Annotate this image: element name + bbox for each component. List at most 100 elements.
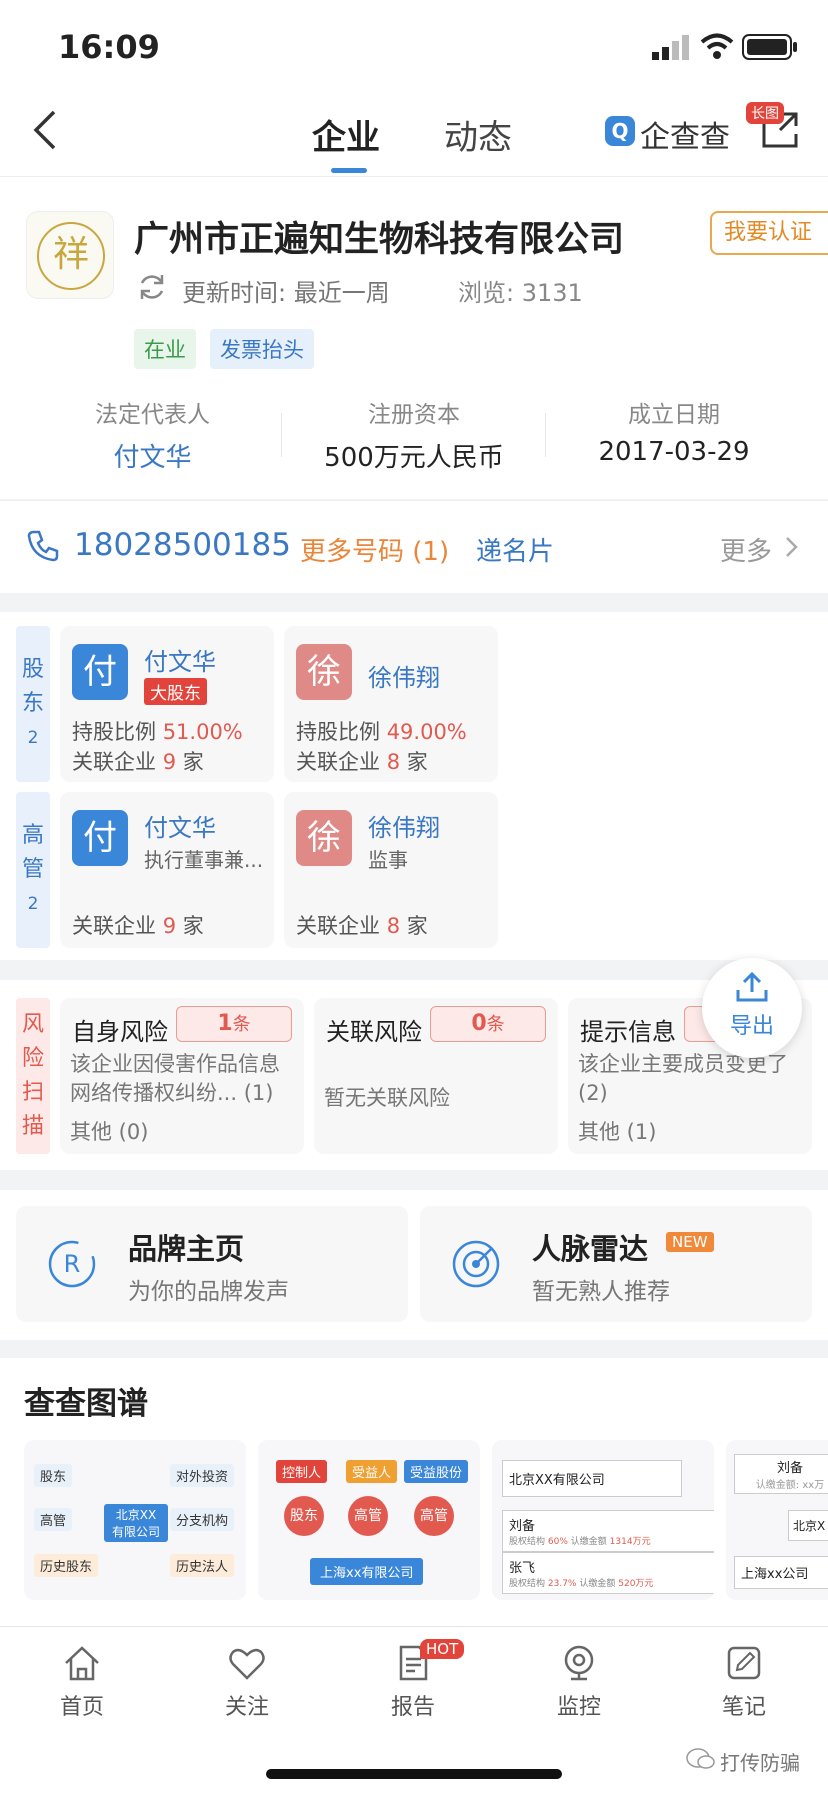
heart-icon xyxy=(187,1643,307,1689)
company-logo-char: 祥 xyxy=(37,222,105,290)
chevron-right-icon xyxy=(784,535,800,563)
side-char: 险 xyxy=(21,1046,44,1071)
risk-desc: 暂无关联风险 xyxy=(324,1086,450,1110)
graph-node: 历史法人 xyxy=(170,1554,235,1577)
shareholder-name: 付文华 xyxy=(144,648,216,676)
graph-node: 对外投资 xyxy=(170,1464,235,1487)
nav-follow[interactable]: 关注 xyxy=(187,1643,307,1721)
graph-node: 上海xx有限公司 xyxy=(310,1558,424,1585)
upload-icon xyxy=(702,970,802,1008)
risk-count-pill: 1条 xyxy=(176,1006,292,1042)
equity-detail: 股权结构 60% 认缴金额 1314万元 xyxy=(509,1534,709,1547)
nav-follow-label: 关注 xyxy=(224,1695,269,1720)
equity-amount: 520万元 xyxy=(618,1579,654,1589)
ratio-row: 持股比例 49.00% xyxy=(296,716,467,746)
hot-badge: HOT xyxy=(420,1639,465,1659)
phone-number[interactable]: 18028500185 xyxy=(74,527,291,563)
nav-monitor[interactable]: 监控 xyxy=(519,1643,639,1721)
monitor-icon xyxy=(519,1643,639,1689)
side-count: 2 xyxy=(27,728,39,748)
shareholder-name: 徐伟翔 xyxy=(368,664,440,692)
header: 企业 动态 Q 企查查 长图 xyxy=(0,90,828,177)
equity-ratio: 23.7% xyxy=(547,1579,577,1589)
ratio-label: 持股比例 xyxy=(72,720,156,744)
equity-name: 张飞 xyxy=(509,1561,536,1576)
legal-rep-value[interactable]: 付文华 xyxy=(0,437,305,474)
graph-center: 北京XX有限公司 xyxy=(104,1504,168,1542)
avatar: 徐 xyxy=(296,810,352,866)
export-label: 导出 xyxy=(729,1014,774,1039)
graph-circle: 高管 xyxy=(348,1496,388,1536)
related-suffix: 家 xyxy=(406,914,428,938)
equity-penetration-thumb[interactable]: 刘备 认缴金额: xx万 北京X 上海xx公司 xyxy=(726,1440,828,1600)
related-risk-card[interactable]: 关联风险 0条 暂无关联风险 xyxy=(314,998,558,1154)
nav-notes[interactable]: 笔记 xyxy=(684,1643,804,1721)
watermark: 打传防骗 xyxy=(720,1751,800,1775)
brand-logo-icon: Q xyxy=(605,116,635,146)
home-indicator xyxy=(266,1769,562,1779)
side-char: 扫 xyxy=(21,1080,44,1105)
executive-card[interactable]: 付 付文华 执行董事兼... 关联企业 9 家 xyxy=(60,792,274,948)
graph-title: 查查图谱 xyxy=(24,1386,148,1422)
related-row: 关联企业 9 家 xyxy=(72,746,204,776)
risk-count: 0 xyxy=(471,1011,487,1036)
side-char: 东 xyxy=(21,691,44,716)
executive-card[interactable]: 徐 徐伟翔 监事 关联企业 8 家 xyxy=(284,792,498,948)
feature-title: 品牌主页 xyxy=(128,1232,245,1266)
pen-name: 刘备 xyxy=(776,1461,803,1476)
brand-page-card[interactable]: R 品牌主页 为你的品牌发声 xyxy=(16,1206,408,1322)
graph-node: 历史股东 xyxy=(34,1554,99,1577)
equity-detail: 股权结构 23.7% 认缴金额 520万元 xyxy=(509,1576,709,1589)
nav-monitor-label: 监控 xyxy=(556,1695,601,1720)
tab-dynamics[interactable]: 动态 xyxy=(444,110,512,159)
tab-company[interactable]: 企业 xyxy=(312,110,380,159)
wifi-icon xyxy=(700,32,734,64)
radar-icon xyxy=(450,1238,502,1294)
bottom-nav: 首页 关注 报告 HOT 监控 笔记 打传防骗 xyxy=(0,1626,828,1793)
network-radar-card[interactable]: 人脉雷达 NEW 暂无熟人推荐 xyxy=(420,1206,812,1322)
risk-title: 关联风险 xyxy=(326,1018,422,1046)
company-name: 广州市正遍知生物科技有限公司 xyxy=(134,220,625,260)
ratio-row: 持股比例 51.00% xyxy=(72,716,243,746)
signal-icon xyxy=(652,34,692,64)
executive-name: 付文华 xyxy=(144,814,216,842)
self-risk-card[interactable]: 自身风险 1条 该企业因侵害作品信息网络传播权纠纷... (1) 其他 (0) xyxy=(60,998,304,1154)
more-link[interactable]: 更多 xyxy=(720,531,772,568)
features-section: R 品牌主页 为你的品牌发声 人脉雷达 NEW 暂无熟人推荐 xyxy=(0,1190,828,1340)
risk-count-pill: 0条 xyxy=(430,1006,546,1042)
related-count: 8 xyxy=(386,750,401,774)
equity-structure-thumb[interactable]: 北京XX有限公司 刘备 股权结构 60% 认缴金额 1314万元 张飞 股权结构… xyxy=(492,1440,714,1600)
risk-section: 风 险 扫 描 自身风险 1条 该企业因侵害作品信息网络传播权纠纷... (1)… xyxy=(0,958,828,1170)
legal-rep-label: 法定代表人 xyxy=(95,402,210,428)
equity-amount-label: 认缴金额 xyxy=(570,1537,607,1547)
contact-row: 18028500185 更多号码 (1) 递名片 更多 xyxy=(0,500,828,593)
graph-node: 分支机构 xyxy=(170,1508,235,1531)
shareholder-card[interactable]: 徐 徐伟翔 持股比例 49.00% 关联企业 8 家 xyxy=(284,626,498,782)
equity-ratio: 60% xyxy=(547,1537,568,1547)
major-shareholder-badge: 大股东 xyxy=(144,678,207,705)
export-button[interactable]: 导出 xyxy=(702,958,802,1058)
related-label: 关联企业 xyxy=(296,750,380,774)
risk-other: 其他 (1) xyxy=(578,1120,657,1144)
nav-home[interactable]: 首页 xyxy=(22,1643,142,1721)
equity-row: 刘备 股权结构 60% 认缴金额 1314万元 xyxy=(502,1510,714,1552)
executive-name: 徐伟翔 xyxy=(368,814,440,842)
claim-button[interactable]: 我要认证 xyxy=(710,211,828,255)
shareholder-card[interactable]: 付 付文华 大股东 持股比例 51.00% 关联企业 9 家 xyxy=(60,626,274,782)
more-numbers-link[interactable]: 更多号码 (1) xyxy=(300,531,449,568)
back-icon[interactable] xyxy=(30,108,60,156)
risk-count: 1 xyxy=(217,1011,233,1036)
people-section: 股 东 2 付 付文华 大股东 持股比例 51.00% 关联企业 9 家 徐 徐… xyxy=(0,612,828,960)
ratio-value: 51.00% xyxy=(162,720,243,744)
update-time: 更新时间: 最近一周 xyxy=(182,279,390,307)
refresh-icon xyxy=(136,271,168,307)
feature-subtitle: 为你的品牌发声 xyxy=(128,1279,289,1305)
nav-home-label: 首页 xyxy=(59,1695,104,1720)
brand-r-icon: R xyxy=(46,1238,98,1294)
send-card-link[interactable]: 递名片 xyxy=(476,531,554,568)
long-image-badge: 长图 xyxy=(746,102,784,124)
enterprise-graph-thumb[interactable]: 股东 对外投资 高管 北京XX有限公司 分支机构 历史股东 历史法人 xyxy=(24,1440,246,1600)
beneficiary-graph-thumb[interactable]: 控制人 受益人 受益股份 股东 高管 高管 上海xx有限公司 xyxy=(258,1440,480,1600)
related-label: 关联企业 xyxy=(296,914,380,938)
invoice-tag[interactable]: 发票抬头 xyxy=(210,329,314,369)
